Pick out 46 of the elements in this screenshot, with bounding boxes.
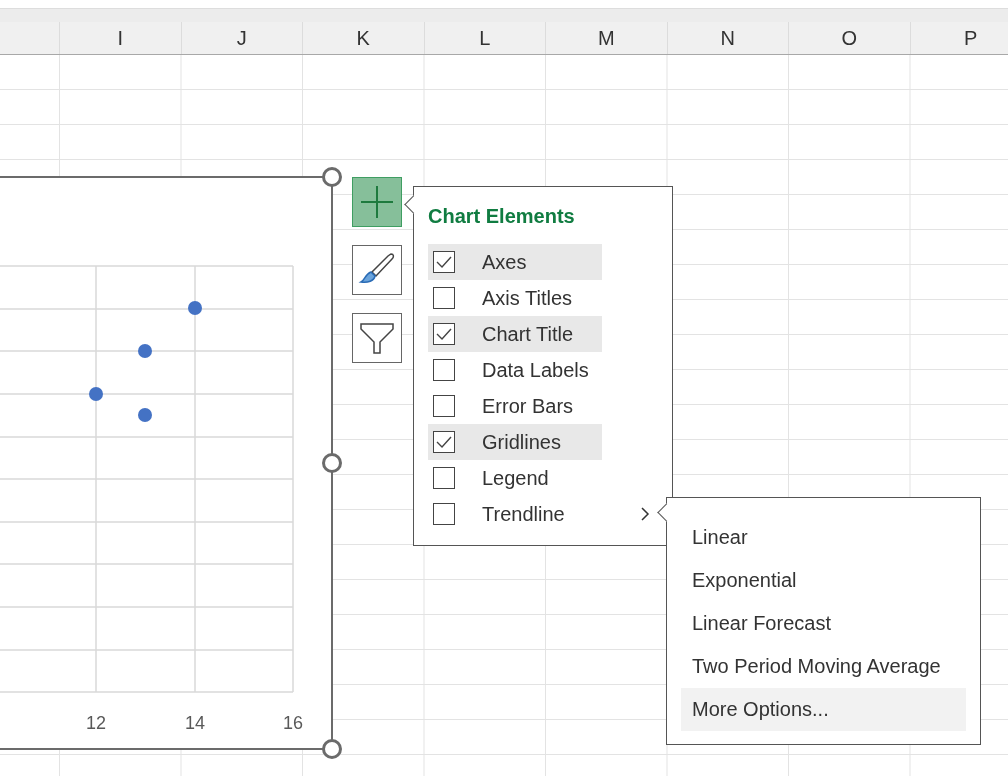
chart-element-option[interactable]: Data Labels [428,352,602,388]
chart-element-option[interactable]: Axes [428,244,602,280]
submenu-item[interactable]: Two Period Moving Average [681,645,966,688]
column-header[interactable]: J [181,22,303,54]
checkbox[interactable] [433,323,455,345]
column-header[interactable]: N [667,22,789,54]
checkbox[interactable] [433,503,455,525]
resize-handle[interactable] [322,453,342,473]
chart-elements-button[interactable] [352,177,402,227]
chart-styles-button[interactable] [352,245,402,295]
column-header[interactable]: P [910,22,1008,54]
chart-element-option[interactable]: Axis Titles [428,280,602,316]
chart-element-option[interactable]: Legend [428,460,602,496]
plus-icon [360,185,394,219]
chart-filters-button[interactable] [352,313,402,363]
chart-element-option[interactable]: Trendline [428,496,602,532]
axis-tick-label: 12 [86,713,106,733]
chart-element-option[interactable]: Chart Title [428,316,602,352]
axis-tick-label: 14 [185,713,205,733]
data-point [89,387,103,401]
column-header[interactable]: L [424,22,546,54]
submenu-item[interactable]: More Options... [681,688,966,731]
submenu-item[interactable]: Exponential [681,559,966,602]
checkbox[interactable] [433,431,455,453]
data-point [188,301,202,315]
column-header[interactable]: I [60,22,182,54]
checkbox[interactable] [433,287,455,309]
resize-handle[interactable] [322,739,342,759]
submenu-item[interactable]: Linear Forecast [681,602,966,645]
data-point [138,408,152,422]
resize-handle[interactable] [322,167,342,187]
column-header[interactable]: O [789,22,911,54]
checkbox[interactable] [433,467,455,489]
checkbox[interactable] [433,359,455,381]
chart-element-option[interactable]: Error Bars [428,388,602,424]
submenu-item[interactable]: Linear [681,516,966,559]
chevron-right-icon[interactable] [640,507,650,521]
checkbox[interactable] [433,251,455,273]
data-point [138,344,152,358]
checkbox[interactable] [433,395,455,417]
chart-element-option[interactable]: Gridlines [428,424,602,460]
column-header[interactable]: K [303,22,425,54]
panel-title: Chart Elements [428,205,576,229]
axis-tick-label: 16 [283,713,303,733]
column-header[interactable]: M [546,22,668,54]
filter-icon [359,321,395,355]
